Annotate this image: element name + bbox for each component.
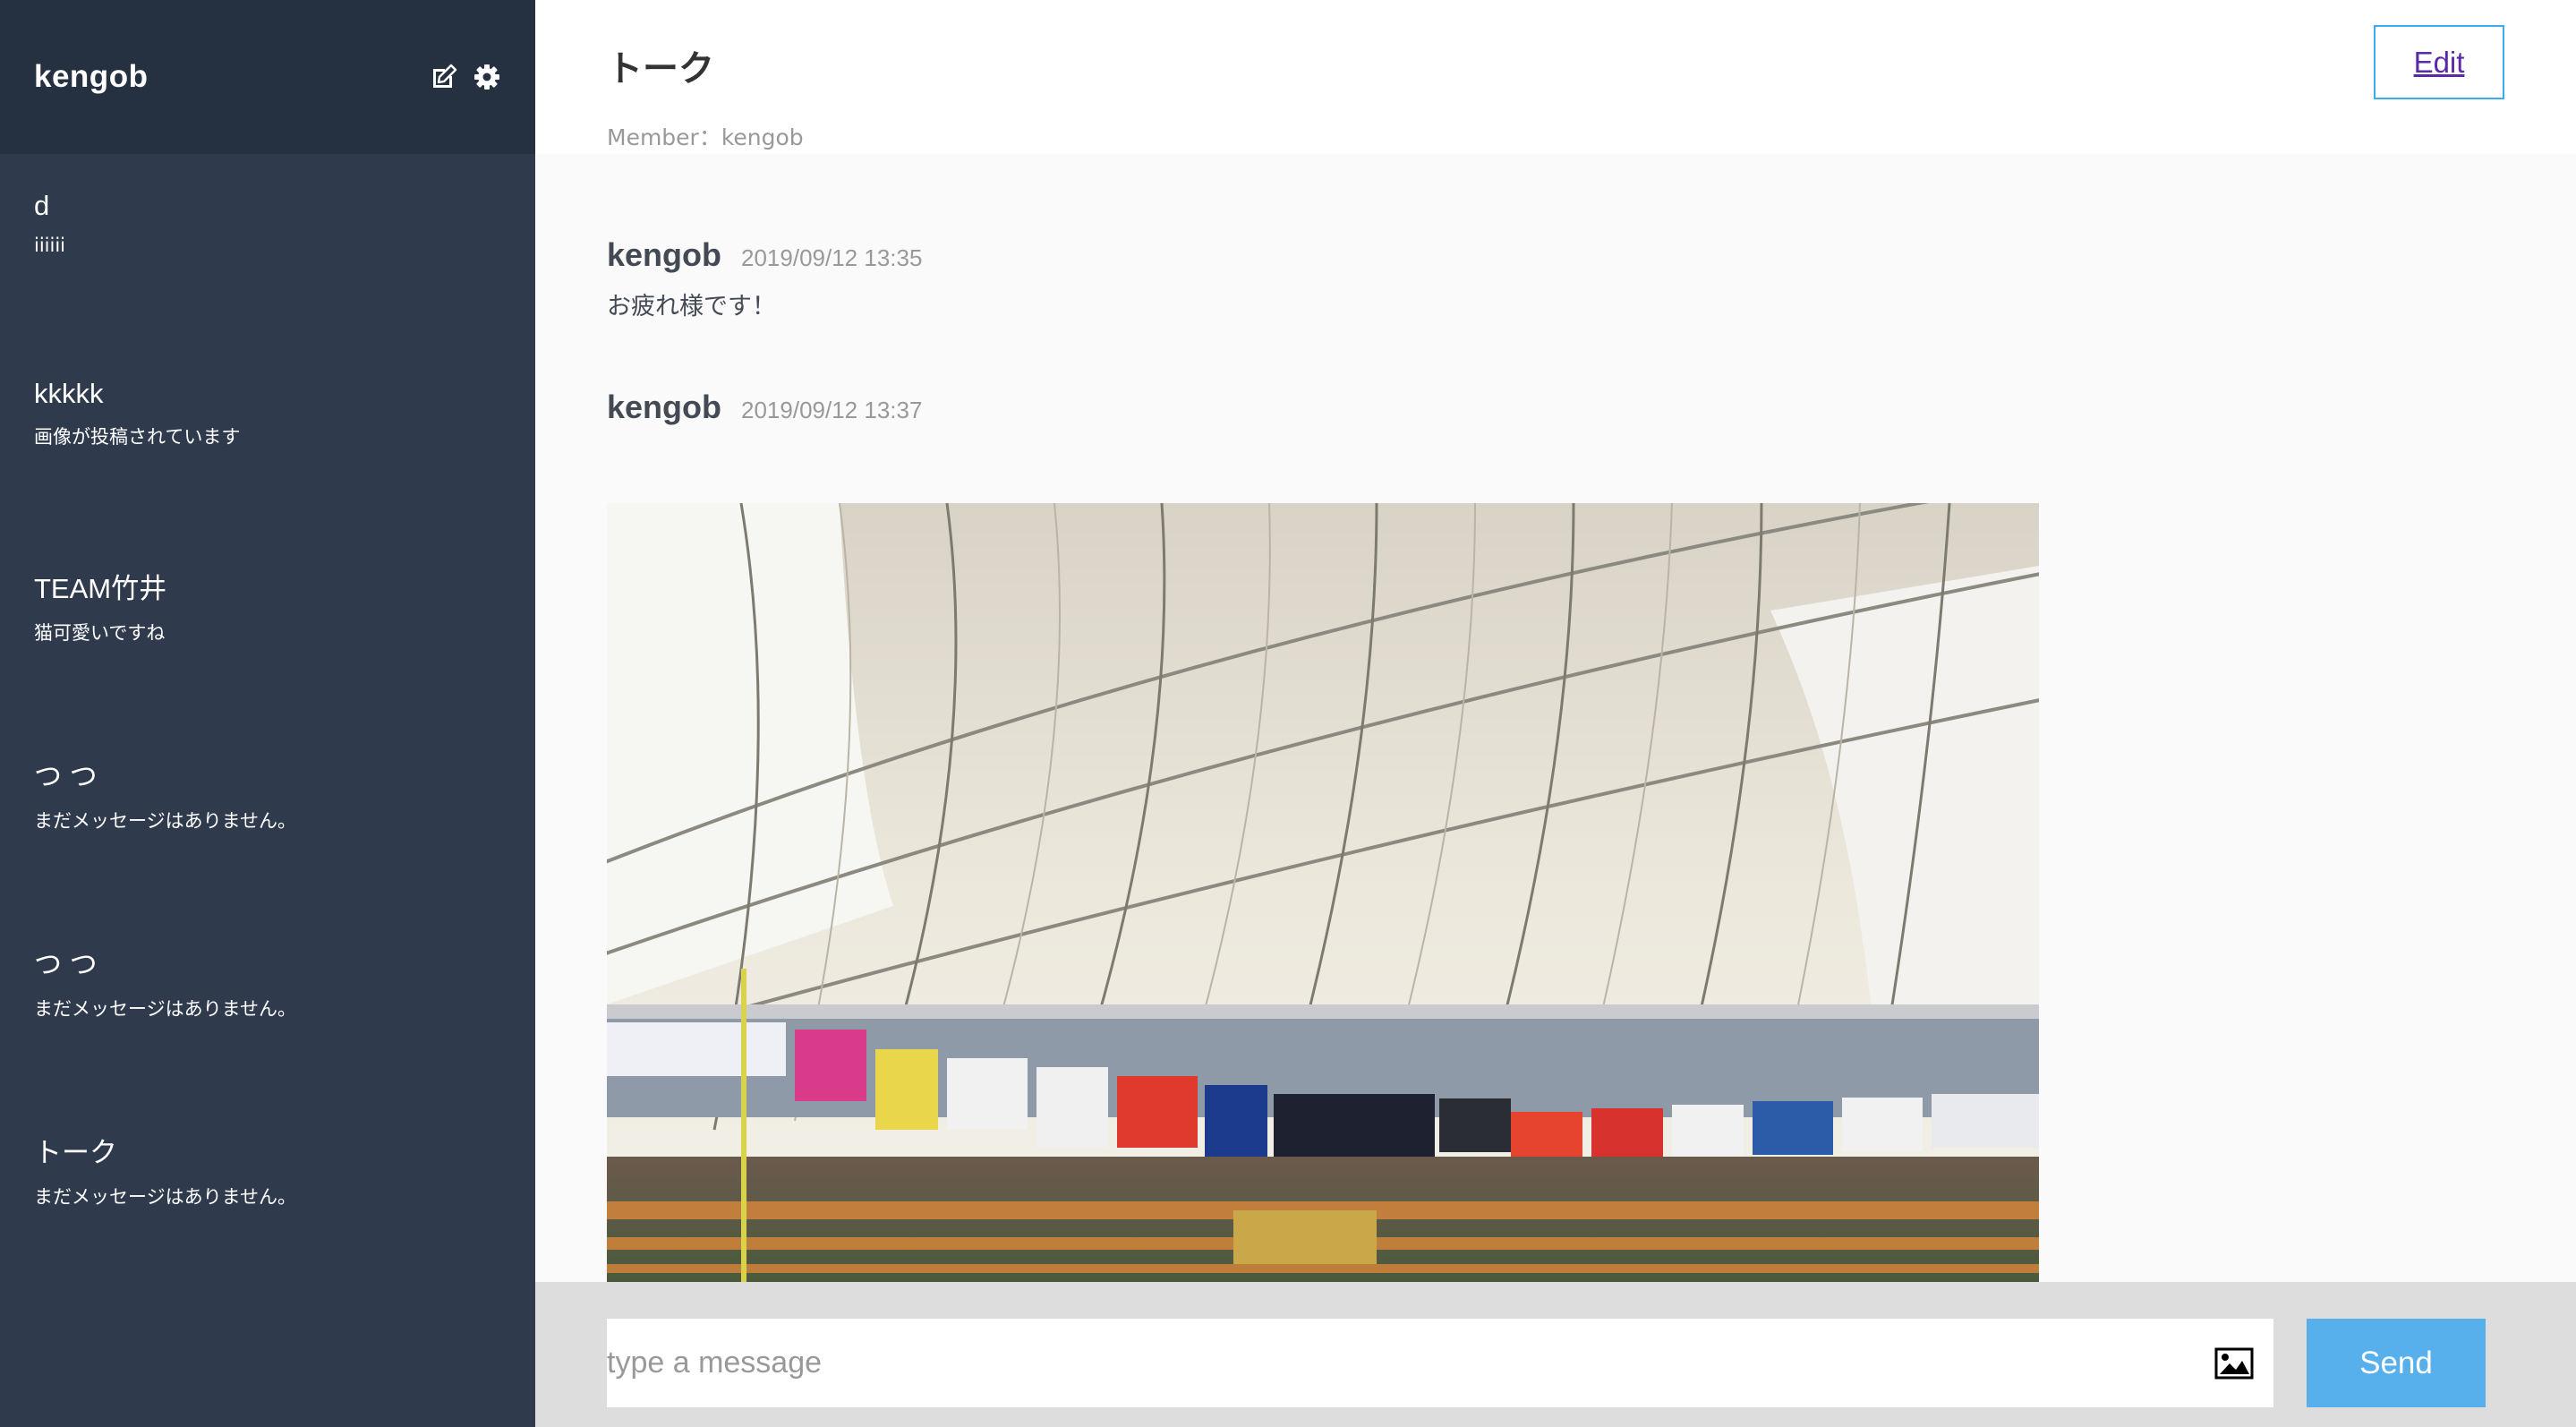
group-item[interactable]: つ つ まだメッセージはありません。: [0, 906, 535, 1094]
group-last-message: まだメッセージはありません。: [34, 998, 296, 1020]
edit-button[interactable]: Edit: [2374, 25, 2504, 99]
chat-members: Member：kengob: [607, 124, 804, 150]
message-user: kengob: [607, 236, 722, 273]
group-item[interactable]: kkkkk 画像が投稿されています: [0, 342, 535, 530]
message: kengob 2019/09/12 13:35 お疲れ様です！: [607, 236, 922, 321]
group-list: d iiiiii kkkkk 画像が投稿されています TEAM竹井 猫可愛いです…: [0, 154, 535, 1282]
message-user: kengob: [607, 389, 722, 425]
group-name: つ つ: [34, 761, 98, 792]
sidebar: kengob d iiiiii kkkkk 画像が投稿されています TEAM竹井…: [0, 0, 535, 1427]
message-meta: kengob 2019/09/12 13:35: [607, 236, 922, 274]
group-name: つ つ: [34, 949, 98, 980]
group-last-message: iiiiii: [34, 235, 66, 256]
group-last-message: 画像が投稿されています: [34, 426, 241, 448]
group-name: トーク: [34, 1137, 117, 1168]
message-form: Send: [535, 1282, 2576, 1427]
message-date: 2019/09/12 13:35: [741, 244, 923, 271]
message-image: [607, 503, 2039, 1282]
current-user-name: kengob: [34, 59, 149, 94]
chat-title: トーク: [607, 48, 714, 90]
chat-header: トーク Member：kengob Edit: [535, 0, 2576, 154]
message: kengob 2019/09/12 13:37: [607, 389, 922, 426]
group-last-message: まだメッセージはありません。: [34, 1186, 296, 1208]
group-name: kkkkk: [34, 378, 104, 409]
message-text: お疲れ様です！: [607, 293, 776, 320]
message-meta: kengob 2019/09/12 13:37: [607, 389, 922, 426]
group-item[interactable]: TEAM竹井 猫可愛いですね: [0, 530, 535, 718]
group-last-message: 猫可愛いですね: [34, 622, 166, 644]
image-icon[interactable]: [2214, 1347, 2254, 1380]
group-item[interactable]: d iiiiii: [0, 154, 535, 342]
send-button[interactable]: Send: [2307, 1319, 2486, 1407]
message-date: 2019/09/12 13:37: [741, 397, 923, 423]
edit-button-label[interactable]: Edit: [2414, 46, 2465, 80]
group-item[interactable]: トーク まだメッセージはありません。: [0, 1094, 535, 1282]
sidebar-header: kengob: [0, 0, 535, 154]
edit-icon[interactable]: [430, 63, 458, 91]
group-last-message: まだメッセージはありません。: [34, 810, 296, 832]
header-icons: [430, 63, 501, 91]
message-input[interactable]: [607, 1319, 2273, 1407]
message-list: kengob 2019/09/12 13:35 お疲れ様です！ kengob 2…: [535, 154, 2576, 1282]
group-item[interactable]: つ つ まだメッセージはありません。: [0, 718, 535, 906]
gear-icon[interactable]: [473, 63, 501, 91]
group-name: TEAM竹井: [34, 573, 167, 604]
group-name: d: [34, 190, 50, 221]
